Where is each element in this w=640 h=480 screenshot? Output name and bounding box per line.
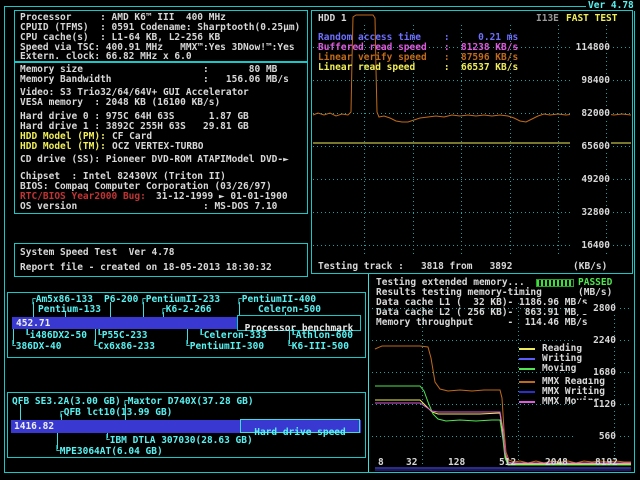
hdd-linear-read: Linear read speed : 66537 KB/s bbox=[318, 62, 519, 73]
speedsys-screen: Ver 4.78 452.71 Processor benchmark 1416… bbox=[0, 0, 640, 480]
testing-track-line: Testing track : 3818 from 3892 bbox=[318, 261, 513, 272]
hdd-benchmark-label-box: Hard drive speed bbox=[240, 419, 360, 438]
axis-label-1680: 1680 bbox=[576, 368, 617, 378]
legend-swatch bbox=[519, 391, 535, 393]
legend-moving: Moving bbox=[542, 363, 577, 374]
connector-line bbox=[293, 329, 294, 334]
connector-line bbox=[107, 433, 108, 438]
connector-line bbox=[57, 433, 58, 449]
hdd-ref-maxtor: ┌Maxtor D740X(37.28 GB) bbox=[122, 396, 254, 407]
hdd-model-tm-value: OCZ VERTEX-TURBO bbox=[112, 141, 204, 152]
hdd-model-tm-label: HDD Model (TM): bbox=[20, 141, 106, 152]
axis-label-49200: 49200 bbox=[570, 175, 611, 185]
app-title-line: System Speed Test Ver 4.78 bbox=[20, 247, 175, 258]
connector-line bbox=[95, 329, 96, 344]
memory-test-progress-bar bbox=[536, 279, 574, 287]
cpu-benchmark-label-box: Processor benchmark bbox=[237, 315, 361, 334]
cpu-ref-386dx: └386DX-40 bbox=[10, 341, 62, 352]
connector-line bbox=[163, 312, 164, 317]
report-file-line: Report file - created on 18-05-2013 18:3… bbox=[20, 262, 272, 273]
os-version-line: OS version : MS-DOS 7.10 bbox=[20, 201, 278, 212]
hdd-ref-qfb-se: QFB SE3.2A(3.00 GB) bbox=[12, 396, 121, 407]
connector-line bbox=[187, 329, 188, 344]
cd-drive-line: CD drive (SS): Pioneer DVD-ROM ATAPIMode… bbox=[20, 154, 289, 165]
axis-label-1120: 1120 bbox=[576, 400, 617, 410]
axis-label-2240: 2240 bbox=[576, 336, 617, 346]
mem-x-2048: 2048 bbox=[545, 457, 568, 468]
legend-swatch bbox=[519, 368, 535, 370]
connector-line bbox=[61, 414, 62, 420]
cpu-ref-celeron-500: Celeron-500 bbox=[258, 304, 321, 315]
connector-line bbox=[13, 329, 14, 344]
connector-line bbox=[99, 329, 100, 334]
mem-bandwidth: Memory Bandwidth : 156.06 MB/s bbox=[20, 74, 289, 85]
connector-line bbox=[289, 329, 290, 344]
cpu-ref-cx6x86: └Cx6x86-233 bbox=[92, 341, 155, 352]
connector-line bbox=[27, 329, 28, 334]
mem-x-8: 8 bbox=[378, 457, 384, 468]
legend-swatch bbox=[519, 401, 535, 403]
cpu-line-clock: Extern. clock: 66.82 MHz x 6.0 bbox=[20, 51, 192, 62]
legend-swatch bbox=[519, 348, 535, 350]
cpu-ref-pii-300: └PentiumII-300 bbox=[184, 341, 265, 352]
hdd-test-title: HDD 1 bbox=[318, 13, 347, 24]
connector-line bbox=[110, 302, 111, 317]
hdd-benchmark-value: 1416.82 bbox=[14, 421, 55, 432]
axis-label-32800: 32800 bbox=[570, 208, 611, 218]
legend-swatch bbox=[519, 358, 535, 360]
mem-x-32: 32 bbox=[406, 457, 418, 468]
hdd-graph-unit: (KB/s) bbox=[573, 261, 608, 272]
connector-line bbox=[20, 404, 21, 420]
vesa-line: VESA memory : 2048 KB (16100 KB/s) bbox=[20, 97, 221, 108]
cpu-ref-i486dx2: └i486DX2-50 bbox=[24, 330, 87, 341]
mem-throughput-line: Memory throughput - 114.46 MB/s bbox=[376, 317, 588, 328]
axis-label-560: 560 bbox=[576, 432, 617, 442]
cpu-ref-p55c: └P55C-233 bbox=[96, 330, 148, 341]
mem-x-512: 512 bbox=[499, 457, 517, 468]
connector-line bbox=[33, 302, 34, 317]
connector-line bbox=[368, 274, 369, 472]
hdd-ref-mpe: └MPE3064AT(6.04 GB) bbox=[54, 446, 163, 457]
axis-label-65600: 65600 bbox=[570, 142, 611, 152]
hdd-test-mode: I13E bbox=[536, 13, 559, 24]
cpu-ref-k6-iii: └K6-III-500 bbox=[286, 341, 349, 352]
cpu-ref-k6-2-266: ┌K6-2-266 bbox=[160, 304, 212, 315]
cpu-ref-celeron-333: └Celeron-333 bbox=[198, 330, 267, 341]
connector-line bbox=[239, 302, 240, 315]
cpu-benchmark-value: 452.71 bbox=[16, 318, 51, 329]
hdd-benchmark-label: Hard drive speed bbox=[254, 427, 346, 438]
axis-label-98400: 98400 bbox=[570, 76, 611, 86]
hdd-ref-qfb-lct: ┌QFB lct10(13.99 GB) bbox=[58, 407, 173, 418]
legend-swatch bbox=[519, 381, 535, 383]
cpu-ref-pentium-133: Pentium-133 bbox=[38, 304, 101, 315]
connector-line bbox=[125, 404, 126, 420]
hdd-test-fast: FAST TEST bbox=[566, 13, 618, 24]
mem-x-8192: 8192 bbox=[595, 457, 618, 468]
axis-label-2800: 2800 bbox=[576, 304, 617, 314]
mem-x-128: 128 bbox=[448, 457, 466, 468]
connector-line bbox=[285, 312, 286, 315]
axis-label-82000: 82000 bbox=[570, 109, 611, 119]
cpu-ref-athlon-600: └Athlon-600 bbox=[290, 330, 353, 341]
connector-line bbox=[143, 302, 144, 317]
axis-label-16400: 16400 bbox=[570, 241, 611, 251]
connector-line bbox=[65, 312, 66, 317]
connector-line bbox=[201, 329, 202, 334]
hdd-ref-ibm-dtla: └IBM DTLA 307030(28.63 GB) bbox=[104, 435, 253, 446]
axis-label-114800: 114800 bbox=[570, 43, 611, 53]
